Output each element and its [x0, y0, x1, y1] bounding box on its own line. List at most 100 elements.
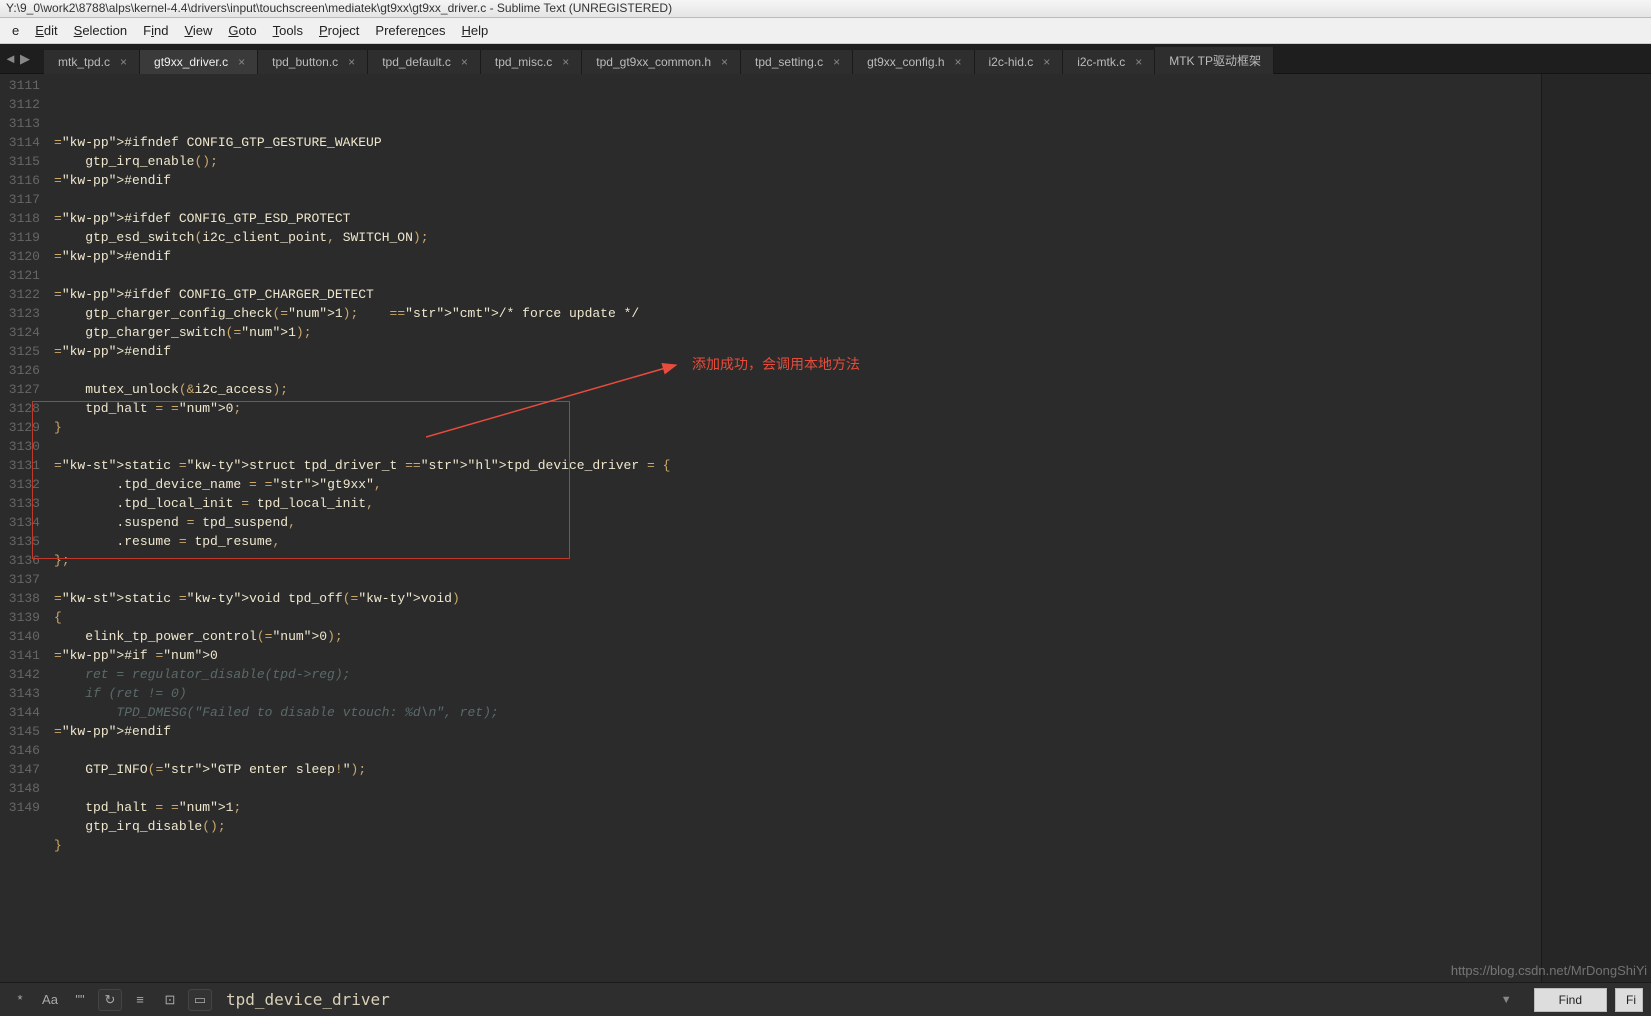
- nav-back-icon[interactable]: ◄: [4, 51, 20, 67]
- line-number: 3148: [0, 779, 40, 798]
- line-number: 3136: [0, 551, 40, 570]
- code-line: [54, 741, 1541, 760]
- window-titlebar: Y:\9_0\work2\8788\alps\kernel-4.4\driver…: [0, 0, 1651, 18]
- code-line: };: [54, 551, 1541, 570]
- line-number: 3112: [0, 95, 40, 114]
- line-number: 3121: [0, 266, 40, 285]
- code-line: [54, 266, 1541, 285]
- line-number: 3131: [0, 456, 40, 475]
- code-view[interactable]: ="kw-pp">#ifndef CONFIG_GTP_GESTURE_WAKE…: [46, 74, 1541, 982]
- tab-tpd_gt9xx_common-h[interactable]: tpd_gt9xx_common.h ×: [582, 50, 741, 74]
- code-line: gtp_esd_switch(i2c_client_point, SWITCH_…: [54, 228, 1541, 247]
- line-number: 3123: [0, 304, 40, 323]
- line-number: 3111: [0, 76, 40, 95]
- code-line: TPD_DMESG("Failed to disable vtouch: %d\…: [54, 703, 1541, 722]
- find-wrap-icon[interactable]: ↻: [98, 989, 122, 1011]
- tab-tpd_misc-c[interactable]: tpd_misc.c×: [481, 50, 582, 74]
- find-bar: * Aa "" ↻ ≡ ⊡ ▭ ▼ Find Fi: [0, 982, 1651, 1016]
- code-line: [54, 779, 1541, 798]
- line-number: 3117: [0, 190, 40, 209]
- find-case-icon[interactable]: Aa: [38, 989, 62, 1011]
- close-icon[interactable]: ×: [833, 55, 840, 69]
- close-icon[interactable]: ×: [1135, 55, 1142, 69]
- line-number: 3146: [0, 741, 40, 760]
- menu-edit[interactable]: Edit: [27, 20, 65, 41]
- code-line: GTP_INFO(="str">"GTP enter sleep!");: [54, 760, 1541, 779]
- tab-tpd_button-c[interactable]: tpd_button.c×: [258, 50, 368, 74]
- find-history-chevron-icon[interactable]: ▼: [1493, 990, 1520, 1010]
- close-icon[interactable]: ×: [721, 55, 728, 69]
- close-icon[interactable]: ×: [348, 55, 355, 69]
- line-number: 3138: [0, 589, 40, 608]
- close-icon[interactable]: ×: [120, 55, 127, 69]
- tab-label: tpd_gt9xx_common.h: [596, 55, 711, 69]
- minimap[interactable]: [1541, 74, 1651, 982]
- code-line: }: [54, 418, 1541, 437]
- tab-tpd_setting-c[interactable]: tpd_setting.c ×: [741, 50, 853, 74]
- line-number: 3140: [0, 627, 40, 646]
- find-highlight-icon[interactable]: ⊡: [158, 989, 182, 1011]
- menu-help[interactable]: Help: [454, 20, 497, 41]
- code-line: ="kw-pp">#endif: [54, 247, 1541, 266]
- code-line: .resume = tpd_resume,: [54, 532, 1541, 551]
- menu-tools[interactable]: Tools: [265, 20, 311, 41]
- line-number: 3130: [0, 437, 40, 456]
- tab-tpd_default-c[interactable]: tpd_default.c×: [368, 50, 481, 74]
- find-inselection-icon[interactable]: ≡: [128, 989, 152, 1011]
- code-line: ret = regulator_disable(tpd->reg);: [54, 665, 1541, 684]
- find-input[interactable]: [226, 990, 1493, 1009]
- close-icon[interactable]: ×: [562, 55, 569, 69]
- close-icon[interactable]: ×: [461, 55, 468, 69]
- find-prev-button[interactable]: Fi: [1615, 988, 1643, 1012]
- line-number: 3139: [0, 608, 40, 627]
- tab-label: i2c-hid.c: [989, 55, 1034, 69]
- menu-selection[interactable]: Selection: [66, 20, 135, 41]
- code-line: gtp_charger_switch(="num">1);: [54, 323, 1541, 342]
- find-wholeword-icon[interactable]: "": [68, 989, 92, 1011]
- menu-project[interactable]: Project: [311, 20, 367, 41]
- line-number: 3149: [0, 798, 40, 817]
- line-number: 3116: [0, 171, 40, 190]
- tab-MTK-TP-[interactable]: MTK TP驱动框架: [1155, 47, 1274, 74]
- nav-forward-icon[interactable]: ▶: [20, 51, 36, 67]
- line-gutter: 3111311231133114311531163117311831193120…: [0, 74, 46, 982]
- code-line: ="kw-st">static ="kw-ty">void tpd_off(="…: [54, 589, 1541, 608]
- tab-label: gt9xx_config.h: [867, 55, 944, 69]
- line-number: 3118: [0, 209, 40, 228]
- code-line: ="kw-pp">#endif: [54, 722, 1541, 741]
- tab-mtk_tpd-c[interactable]: mtk_tpd.c ×: [44, 50, 140, 74]
- code-line: mutex_unlock(&i2c_access);: [54, 380, 1541, 399]
- tab-gt9xx_driver-c[interactable]: gt9xx_driver.c×: [140, 50, 258, 74]
- menu-view[interactable]: View: [176, 20, 220, 41]
- line-number: 3126: [0, 361, 40, 380]
- menu-preferences[interactable]: Preferences: [367, 20, 453, 41]
- tab-gt9xx_config-h[interactable]: gt9xx_config.h ×: [853, 50, 974, 74]
- menu-find[interactable]: Find: [135, 20, 176, 41]
- find-button[interactable]: Find: [1534, 988, 1607, 1012]
- code-line: [54, 114, 1541, 133]
- code-line: ="kw-pp">#ifdef CONFIG_GTP_CHARGER_DETEC…: [54, 285, 1541, 304]
- close-icon[interactable]: ×: [1043, 55, 1050, 69]
- code-line: .tpd_local_init = tpd_local_init,: [54, 494, 1541, 513]
- menu-bar: e Edit Selection Find View Goto Tools Pr…: [0, 18, 1651, 44]
- code-line: ="kw-pp">#ifndef CONFIG_GTP_GESTURE_WAKE…: [54, 133, 1541, 152]
- tab-label: tpd_setting.c: [755, 55, 823, 69]
- menu-goto[interactable]: Goto: [220, 20, 264, 41]
- nav-arrows: ◄ ▶: [4, 51, 36, 67]
- close-icon[interactable]: ×: [238, 55, 245, 69]
- tab-i2c-mtk-c[interactable]: i2c-mtk.c×: [1063, 50, 1155, 74]
- line-number: 3115: [0, 152, 40, 171]
- code-line: if (ret != 0): [54, 684, 1541, 703]
- line-number: 3143: [0, 684, 40, 703]
- tab-label: mtk_tpd.c: [58, 55, 110, 69]
- line-number: 3122: [0, 285, 40, 304]
- code-line: {: [54, 608, 1541, 627]
- close-icon[interactable]: ×: [955, 55, 962, 69]
- line-number: 3119: [0, 228, 40, 247]
- find-regex-icon[interactable]: *: [8, 989, 32, 1011]
- menu-file[interactable]: e: [4, 20, 27, 41]
- tab-i2c-hid-c[interactable]: i2c-hid.c ×: [975, 50, 1064, 74]
- annotation-text: 添加成功，会调用本地方法: [692, 355, 860, 374]
- code-line: gtp_irq_disable();: [54, 817, 1541, 836]
- find-preserve-icon[interactable]: ▭: [188, 989, 212, 1011]
